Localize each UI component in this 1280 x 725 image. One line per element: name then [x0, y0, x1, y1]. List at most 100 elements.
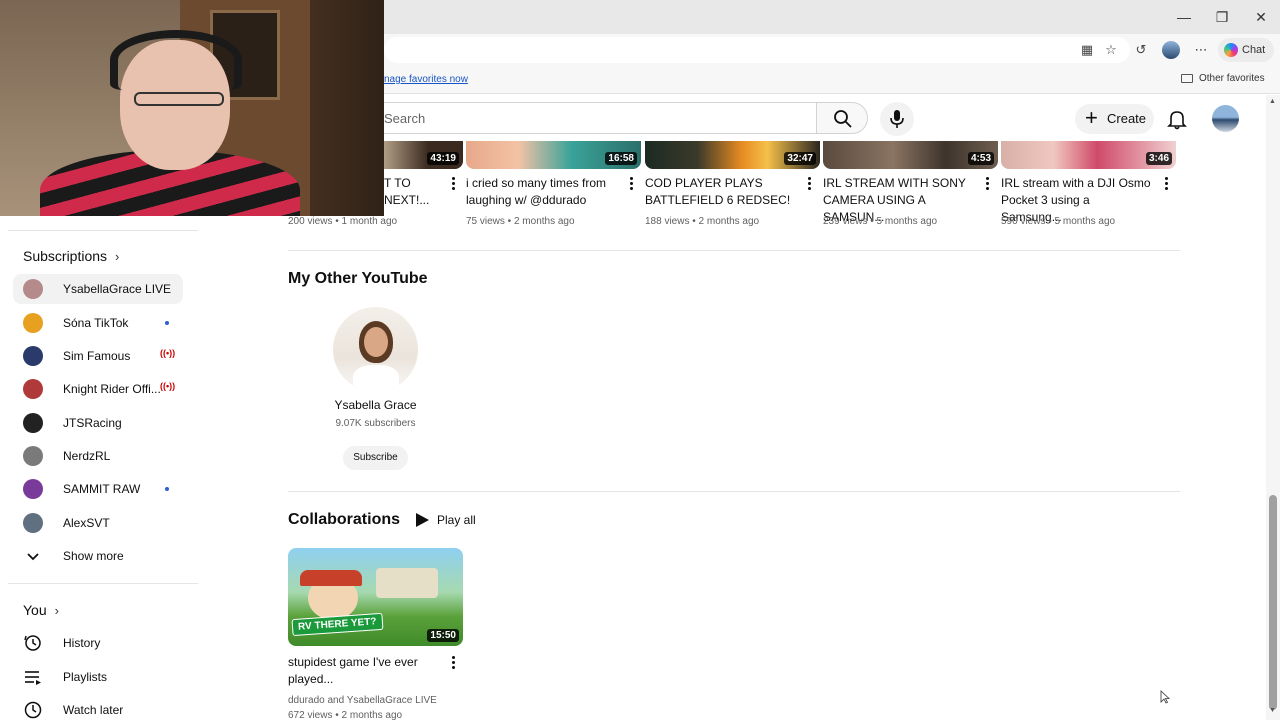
history-icon[interactable]: ↺ — [1133, 42, 1149, 58]
duration-badge: 16:58 — [605, 152, 637, 165]
channel-avatar — [23, 446, 43, 466]
minimize-icon[interactable]: — — [1173, 6, 1195, 28]
more-options-icon[interactable] — [1163, 176, 1169, 192]
play-all-button[interactable]: Play all — [414, 511, 476, 529]
you-heading[interactable]: You › — [23, 602, 59, 618]
more-options-icon[interactable] — [628, 176, 634, 192]
rv-shape — [376, 568, 438, 598]
notifications-bell-icon[interactable] — [1165, 107, 1189, 131]
search-input[interactable]: Search — [370, 102, 816, 134]
video-thumbnail[interactable]: 3:46 — [1001, 141, 1176, 169]
playlists-icon — [25, 671, 41, 685]
video-title[interactable]: T TO NEXT!... — [384, 175, 444, 209]
voice-search-button[interactable] — [880, 102, 914, 136]
new-content-dot — [165, 321, 169, 325]
watch-later-icon — [24, 701, 42, 719]
section-title-other-youtube: My Other YouTube — [288, 270, 428, 287]
live-indicator-icon: ((•)) — [160, 348, 176, 358]
microphone-icon — [890, 110, 904, 128]
sidebar-item-subscription[interactable]: Knight Rider Offi... ((•)) — [13, 374, 183, 404]
video-title[interactable]: COD PLAYER PLAYS BATTLEFIELD 6 REDSEC! — [645, 175, 795, 209]
video-thumbnail[interactable]: RV THERE YET? 15:50 — [288, 548, 463, 646]
duration-badge: 15:50 — [427, 629, 459, 642]
sidebar-item-subscription[interactable]: AlexSVT — [13, 508, 183, 538]
close-icon[interactable]: ✕ — [1250, 6, 1272, 28]
sidebar-item-subscription[interactable]: SAMMIT RAW — [13, 474, 183, 504]
video-meta: 188 views • 2 months ago — [645, 216, 760, 227]
mouse-cursor-icon — [1160, 690, 1170, 704]
create-button[interactable]: + Create — [1075, 104, 1154, 134]
other-favorites-button[interactable]: Other favorites — [1181, 73, 1265, 84]
profile-avatar-icon[interactable] — [1162, 41, 1180, 59]
chevron-down-icon — [27, 553, 39, 561]
duration-badge: 4:53 — [967, 152, 994, 165]
history-icon — [24, 635, 41, 651]
channel-avatar — [23, 279, 43, 299]
sidebar-item-history[interactable]: History — [13, 628, 183, 658]
address-bar[interactable] — [384, 37, 1130, 63]
create-label: Create — [1107, 111, 1147, 126]
account-avatar[interactable] — [1212, 105, 1239, 132]
sidebar-item-subscription[interactable]: NerdzRL — [13, 441, 183, 471]
channel-avatar — [23, 379, 43, 399]
channel-avatar[interactable] — [333, 307, 418, 392]
video-meta: 239 views • 5 months ago — [823, 216, 938, 227]
sidebar-item-subscription[interactable]: YsabellaGrace LIVE — [13, 274, 183, 304]
channel-name[interactable]: Ysabella Grace — [288, 398, 463, 412]
sidebar-item-subscription[interactable]: Sóna TikTok — [13, 308, 183, 338]
video-title[interactable]: stupidest game I've ever played... — [288, 654, 438, 688]
search-button[interactable] — [816, 102, 868, 134]
more-options-icon[interactable] — [984, 176, 990, 192]
search-placeholder: Search — [384, 111, 426, 126]
character-hat-shape — [300, 570, 362, 586]
subscriptions-heading[interactable]: Subscriptions › — [23, 248, 119, 264]
headphones-shape — [110, 30, 242, 90]
video-authors[interactable]: ddurado and YsabellaGrace LIVE — [288, 695, 437, 706]
more-options-icon[interactable] — [450, 176, 456, 192]
sidebar-item-subscription[interactable]: JTSRacing — [13, 408, 183, 438]
video-title[interactable]: i cried so many times from laughing w/ @… — [466, 175, 616, 209]
channel-avatar — [23, 479, 43, 499]
sidebar-item-playlists[interactable]: Playlists — [13, 662, 183, 692]
copilot-icon — [1224, 43, 1238, 57]
search-icon — [834, 110, 852, 128]
play-icon — [416, 513, 429, 527]
restore-icon[interactable]: ❐ — [1211, 6, 1233, 28]
video-meta: 200 views • 1 month ago — [288, 216, 398, 227]
section-title-collaborations: Collaborations — [288, 511, 401, 528]
sidebar-item-watch-later[interactable]: Watch later — [13, 695, 183, 725]
duration-badge: 43:19 — [427, 152, 459, 165]
more-menu-icon[interactable]: ⋯ — [1193, 42, 1209, 58]
video-thumbnail[interactable]: 32:47 — [645, 141, 820, 169]
thumbnail-caption: RV THERE YET? — [291, 612, 384, 637]
folder-icon — [1181, 74, 1193, 83]
other-favorites-label: Other favorites — [1199, 73, 1265, 84]
scroll-down-arrow-icon[interactable]: ▼ — [1269, 707, 1276, 714]
top-shape — [353, 365, 399, 392]
more-options-icon[interactable] — [806, 176, 812, 192]
channel-avatar — [23, 413, 43, 433]
section-divider — [288, 491, 1180, 492]
sidebar-divider — [8, 583, 198, 584]
channel-avatar — [23, 513, 43, 533]
app-available-icon[interactable]: ▦ — [1079, 42, 1095, 58]
video-thumbnail[interactable]: 16:58 — [466, 141, 641, 169]
video-meta: 672 views • 2 months ago — [288, 710, 403, 721]
show-more-button[interactable]: Show more — [13, 541, 183, 571]
chat-label: Chat — [1242, 44, 1266, 56]
new-content-dot — [165, 487, 169, 491]
subscribe-button[interactable]: Subscribe — [343, 446, 408, 470]
channel-avatar — [23, 313, 43, 333]
video-meta: 590 views • 5 months ago — [1001, 216, 1116, 227]
page-scrollbar[interactable]: ▲ ▼ — [1266, 95, 1280, 720]
video-thumbnail[interactable]: 4:53 — [823, 141, 998, 169]
scrollbar-thumb[interactable] — [1269, 495, 1277, 710]
sidebar-item-subscription[interactable]: Sim Famous ((•)) — [13, 341, 183, 371]
more-options-icon[interactable] — [450, 655, 456, 671]
scroll-up-arrow-icon[interactable]: ▲ — [1269, 98, 1276, 105]
manage-favorites-link[interactable]: nage favorites now — [384, 74, 468, 85]
favorite-star-icon[interactable]: ☆ — [1103, 42, 1119, 58]
subscriber-count: 9.07K subscribers — [335, 418, 416, 429]
live-indicator-icon: ((•)) — [160, 381, 176, 391]
copilot-chat-button[interactable]: Chat — [1218, 38, 1274, 62]
